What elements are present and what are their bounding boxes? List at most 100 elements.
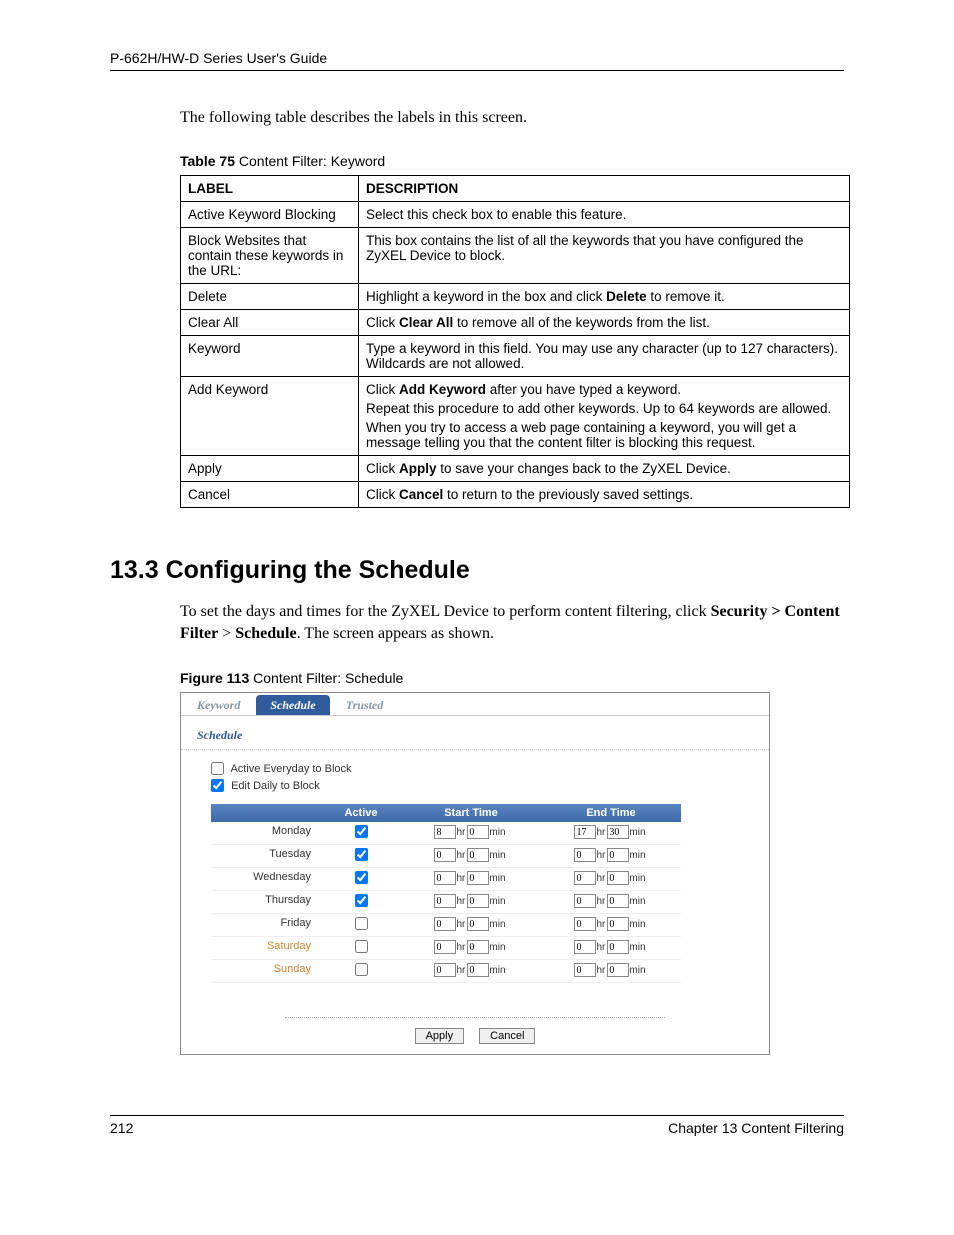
th-label: LABEL	[181, 176, 359, 202]
minute-input[interactable]	[607, 940, 629, 954]
hour-input[interactable]	[574, 963, 596, 977]
table-row: Block Websites that contain these keywor…	[181, 228, 850, 284]
schedule-row: Tuesdayhrminhrmin	[211, 845, 681, 868]
day-label: Friday	[211, 914, 321, 936]
cell-label: Cancel	[181, 482, 359, 508]
apply-button[interactable]: Apply	[415, 1028, 465, 1044]
table-caption: Table 75 Content Filter: Keyword	[180, 153, 844, 169]
hour-input[interactable]	[434, 848, 456, 862]
col-header-day	[211, 804, 321, 822]
minute-input[interactable]	[607, 848, 629, 862]
divider	[285, 1017, 665, 1018]
chapter-label: Chapter 13 Content Filtering	[668, 1120, 844, 1136]
schedule-row: Sunday hrminhrmin	[211, 960, 681, 983]
day-active-checkbox[interactable]	[355, 963, 368, 976]
hour-input[interactable]	[434, 917, 456, 931]
end-time-cell: hrmin	[541, 960, 681, 982]
cell-description: Click Cancel to return to the previously…	[359, 482, 850, 508]
day-active-checkbox[interactable]	[355, 917, 368, 930]
tabs: Keyword Schedule Trusted	[181, 693, 769, 716]
start-time-cell: hrmin	[401, 845, 541, 867]
panel-section-header: Schedule	[181, 716, 769, 750]
cell-description: Highlight a keyword in the box and click…	[359, 284, 850, 310]
cell-label: Keyword	[181, 336, 359, 377]
day-active-checkbox[interactable]	[355, 825, 368, 838]
tab-trusted[interactable]: Trusted	[332, 695, 398, 715]
hour-input[interactable]	[434, 940, 456, 954]
minute-input[interactable]	[467, 848, 489, 862]
start-time-cell: hrmin	[401, 960, 541, 982]
day-active-checkbox[interactable]	[355, 940, 368, 953]
label-description-table: LABEL DESCRIPTION Active Keyword Blockin…	[180, 175, 850, 508]
day-active-checkbox[interactable]	[355, 894, 368, 907]
minute-input[interactable]	[607, 825, 629, 839]
schedule-row: Fridayhrminhrmin	[211, 914, 681, 937]
hour-input[interactable]	[434, 825, 456, 839]
minute-input[interactable]	[607, 871, 629, 885]
hour-input[interactable]	[574, 894, 596, 908]
col-header-start: Start Time	[401, 804, 541, 822]
tab-keyword[interactable]: Keyword	[183, 695, 254, 715]
edit-daily-checkbox[interactable]	[211, 779, 224, 792]
hour-input[interactable]	[574, 848, 596, 862]
edit-daily-label[interactable]: Edit Daily to Block	[211, 780, 320, 792]
minute-input[interactable]	[607, 963, 629, 977]
schedule-row: Wednesdayhrminhrmin	[211, 868, 681, 891]
table-caption-rest: Content Filter: Keyword	[235, 153, 385, 169]
hour-input[interactable]	[434, 871, 456, 885]
schedule-row: Saturdayhrminhrmin	[211, 937, 681, 960]
hour-input[interactable]	[574, 917, 596, 931]
hour-input[interactable]	[574, 871, 596, 885]
minute-input[interactable]	[607, 917, 629, 931]
active-everyday-label[interactable]: Active Everyday to Block	[211, 763, 352, 775]
cell-label: Block Websites that contain these keywor…	[181, 228, 359, 284]
end-time-cell: hrmin	[541, 868, 681, 890]
hour-input[interactable]	[574, 825, 596, 839]
cell-description: This box contains the list of all the ke…	[359, 228, 850, 284]
hour-input[interactable]	[574, 940, 596, 954]
table-row: KeywordType a keyword in this field. You…	[181, 336, 850, 377]
table-row: CancelClick Cancel to return to the prev…	[181, 482, 850, 508]
day-active-checkbox[interactable]	[355, 871, 368, 884]
intro-text: The following table describes the labels…	[180, 109, 844, 127]
day-label: Sunday	[211, 960, 321, 982]
minute-input[interactable]	[467, 963, 489, 977]
end-time-cell: hrmin	[541, 937, 681, 959]
figure-caption: Figure 113 Content Filter: Schedule	[180, 670, 844, 686]
minute-input[interactable]	[467, 940, 489, 954]
schedule-row: Thursdayhrminhrmin	[211, 891, 681, 914]
hour-input[interactable]	[434, 894, 456, 908]
cancel-button[interactable]: Cancel	[479, 1028, 535, 1044]
doc-header: P-662H/HW-D Series User's Guide	[110, 50, 844, 71]
table-row: Active Keyword BlockingSelect this check…	[181, 202, 850, 228]
day-label: Monday	[211, 822, 321, 844]
section-body: To set the days and times for the ZyXEL …	[180, 601, 844, 644]
cell-label: Delete	[181, 284, 359, 310]
minute-input[interactable]	[467, 871, 489, 885]
cell-description: Click Add Keyword after you have typed a…	[359, 377, 850, 456]
schedule-screenshot: Keyword Schedule Trusted Schedule Active…	[180, 692, 770, 1055]
active-everyday-checkbox[interactable]	[211, 762, 224, 775]
cell-label: Clear All	[181, 310, 359, 336]
col-header-active: Active	[321, 804, 401, 822]
th-description: DESCRIPTION	[359, 176, 850, 202]
day-active-checkbox[interactable]	[355, 848, 368, 861]
table-row: Clear AllClick Clear All to remove all o…	[181, 310, 850, 336]
minute-input[interactable]	[467, 917, 489, 931]
day-label: Thursday	[211, 891, 321, 913]
section-heading: 13.3 Configuring the Schedule	[110, 556, 844, 585]
day-label: Tuesday	[211, 845, 321, 867]
cell-description: Click Clear All to remove all of the key…	[359, 310, 850, 336]
end-time-cell: hrmin	[541, 914, 681, 936]
cell-description: Type a keyword in this field. You may us…	[359, 336, 850, 377]
hour-input[interactable]	[434, 963, 456, 977]
table-row: Add KeywordClick Add Keyword after you h…	[181, 377, 850, 456]
cell-description: Click Apply to save your changes back to…	[359, 456, 850, 482]
minute-input[interactable]	[467, 825, 489, 839]
tab-schedule[interactable]: Schedule	[256, 695, 329, 715]
page-footer: 212 Chapter 13 Content Filtering	[110, 1115, 844, 1136]
schedule-row: Mondayhrminhrmin	[211, 822, 681, 845]
table-row: DeleteHighlight a keyword in the box and…	[181, 284, 850, 310]
minute-input[interactable]	[467, 894, 489, 908]
minute-input[interactable]	[607, 894, 629, 908]
